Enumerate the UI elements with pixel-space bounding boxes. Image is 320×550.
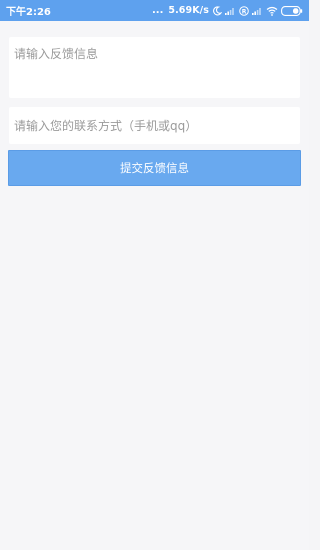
submit-button-label: 提交反馈信息 <box>120 161 189 175</box>
signal-icon <box>252 6 263 16</box>
contact-input[interactable] <box>14 107 295 144</box>
feedback-page: 提交反馈信息 <box>0 21 309 550</box>
feedback-box[interactable] <box>9 37 300 98</box>
signal-icon <box>225 6 236 16</box>
moon-icon <box>212 5 222 16</box>
submit-feedback-button[interactable]: 提交反馈信息 <box>8 150 301 186</box>
registered-icon: R <box>239 5 249 16</box>
status-time: 下午2:26 <box>6 7 51 18</box>
svg-text:R: R <box>242 8 247 15</box>
network-speed: 5.69K/s <box>168 5 209 16</box>
status-bar: 下午2:26 ... 5.69K/s R <box>0 0 309 21</box>
wifi-icon <box>266 6 278 16</box>
status-dots: ... <box>151 5 164 16</box>
contact-box[interactable] <box>9 107 300 144</box>
battery-icon <box>281 5 303 16</box>
feedback-input[interactable] <box>14 45 295 90</box>
